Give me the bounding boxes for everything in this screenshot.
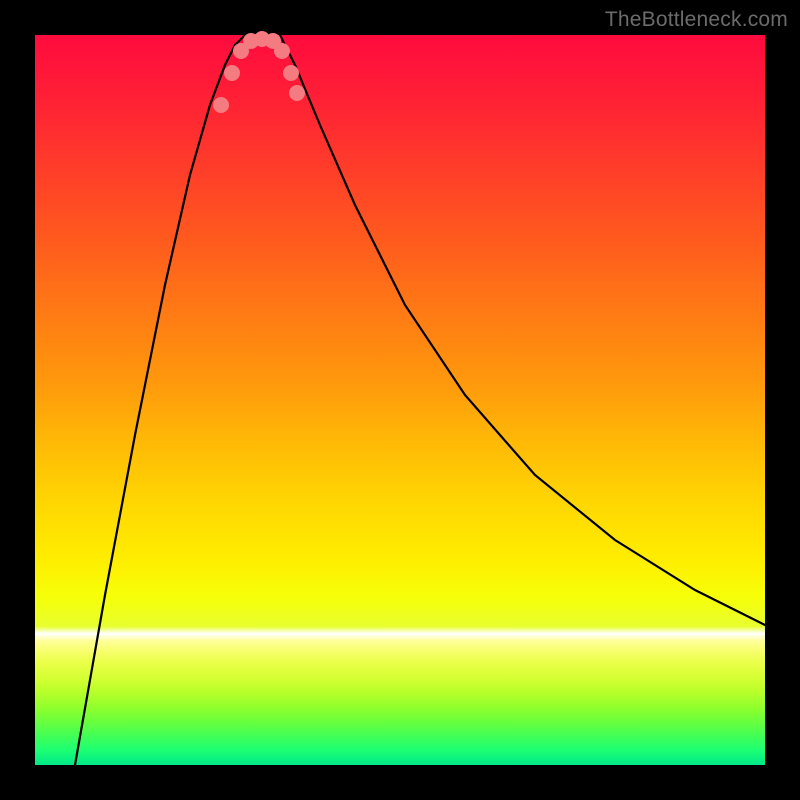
valley-markers [213,31,305,113]
valley-marker-dot [289,85,305,101]
valley-marker-dot [274,43,290,59]
valley-marker-dot [213,97,229,113]
curve-layer [35,35,765,765]
curve-right-branch [280,35,765,625]
chart-frame: TheBottleneck.com [0,0,800,800]
curve-left-branch [75,35,245,765]
valley-marker-dot [283,65,299,81]
valley-marker-dot [224,65,240,81]
watermark-text: TheBottleneck.com [605,8,788,32]
plot-area [35,35,765,765]
